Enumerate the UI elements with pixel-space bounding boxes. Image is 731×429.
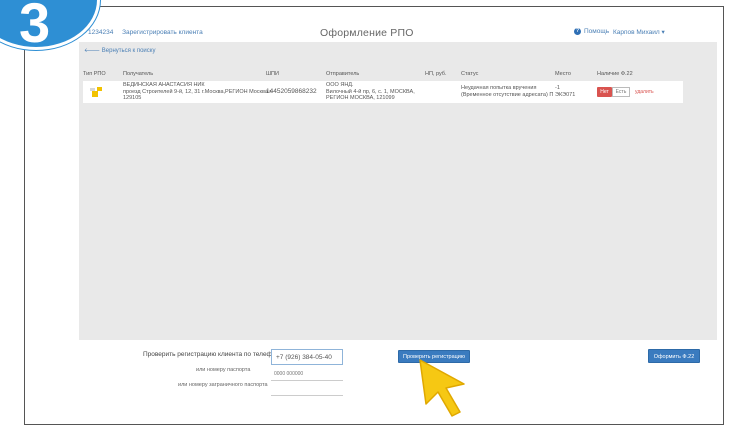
foreign-passport-input[interactable] bbox=[271, 382, 343, 396]
phone-input[interactable] bbox=[271, 349, 343, 365]
table-row: ВЕДИНСКАЯ АНАСТАСИЯ НИК проезд Строителе… bbox=[83, 81, 683, 103]
col-type: Тип РПО bbox=[83, 71, 106, 77]
back-to-search-link[interactable]: 🡐 Вернуться к поиску bbox=[84, 47, 155, 54]
arrow-left-icon: 🡐 bbox=[84, 48, 101, 54]
passport-input[interactable] bbox=[271, 367, 343, 381]
barcode-cell: 14452059868232 bbox=[266, 88, 317, 95]
parcel-icon bbox=[89, 86, 103, 98]
col-place: Место bbox=[555, 71, 571, 77]
col-cod: НП, руб. bbox=[425, 71, 447, 77]
page-title: Оформление РПО bbox=[320, 27, 414, 39]
status-cell: Неудачная попытка вручения (Временное от… bbox=[461, 85, 554, 98]
col-barcode: ШПИ bbox=[266, 71, 279, 77]
nav-item-register-client[interactable]: Зарегистрировать клиента bbox=[122, 29, 203, 36]
foreign-passport-label: или номеру заграничного паспорта bbox=[178, 382, 268, 388]
user-name: Карпов Михаил bbox=[613, 29, 660, 36]
f22-no-button[interactable]: Нет bbox=[597, 87, 612, 97]
place-cell: -1 ЭКЭ071 bbox=[555, 85, 576, 98]
passport-label: или номеру паспорта bbox=[196, 367, 251, 373]
back-link-label: Вернуться к поиску bbox=[101, 48, 156, 54]
col-recipient: Получатель bbox=[123, 71, 154, 77]
f22-yes-button[interactable]: Есть bbox=[612, 87, 630, 97]
issue-f22-button[interactable]: Оформить Ф.22 bbox=[648, 349, 700, 363]
table-header: Тип РПО Получатель ШПИ Отправитель НП, р… bbox=[83, 71, 683, 80]
top-bar: 1234234 Зарегистрировать клиента Оформле… bbox=[62, 24, 717, 44]
help-link[interactable]: ? Помощь bbox=[574, 28, 609, 35]
pointer-cursor-icon bbox=[419, 359, 465, 417]
col-f22: Наличие Ф.22 bbox=[597, 71, 633, 77]
top-nav: 1234234 Зарегистрировать клиента bbox=[88, 29, 210, 36]
col-status: Статус bbox=[461, 71, 479, 77]
delete-link[interactable]: удалить bbox=[635, 89, 654, 95]
step-number: 3 bbox=[19, 0, 51, 54]
chevron-down-icon: ▾ bbox=[661, 29, 665, 36]
sender-cell: ООО ЯНД. Вилочный 4-й пр, 6, с. 1, МОСКВ… bbox=[326, 82, 415, 101]
help-label: Помощь bbox=[584, 28, 610, 35]
phone-check-label: Проверить регистрацию клиента по телефон… bbox=[143, 351, 285, 358]
col-sender: Отправитель bbox=[326, 71, 360, 77]
nav-item-id[interactable]: 1234234 bbox=[88, 29, 113, 36]
question-circle-icon: ? bbox=[574, 28, 581, 35]
user-menu[interactable]: Карпов Михаил ▾ bbox=[613, 28, 665, 36]
recipient-cell: ВЕДИНСКАЯ АНАСТАСИЯ НИК проезд Строителе… bbox=[123, 82, 273, 101]
